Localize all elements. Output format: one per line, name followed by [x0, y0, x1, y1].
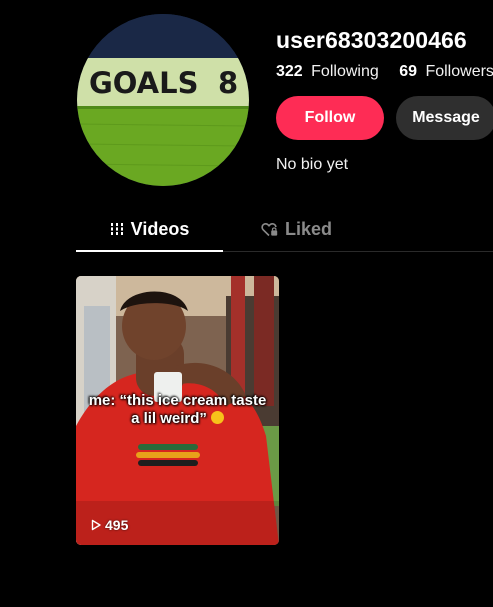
followers-count: 69 — [399, 63, 417, 80]
video-play-count: 495 — [90, 517, 128, 533]
profile-bio: No bio yet — [276, 156, 349, 173]
profile-tabs: Videos Liked — [76, 208, 493, 252]
grid-icon — [109, 222, 124, 236]
profile-username: user68303200466 — [276, 27, 467, 53]
video-thumbnail[interactable]: me: “this ice cream taste a lil weird” 4… — [76, 276, 279, 545]
following-label: Following — [311, 63, 379, 80]
tab-videos-label: Videos — [130, 218, 190, 239]
following-stat[interactable]: 322 Following — [276, 63, 379, 81]
video-caption-line-1: me: “this ice cream taste — [88, 392, 267, 409]
video-caption: me: “this ice cream taste a lil weird” — [76, 392, 279, 428]
video-caption-line-2-text: a lil weird” — [131, 410, 207, 427]
avatar-image: GOALS 8 — [77, 14, 249, 186]
profile-stats: 322 Following 69 Followers — [276, 63, 493, 81]
tab-liked-label: Liked — [284, 218, 332, 239]
followers-label: Followers — [425, 63, 493, 80]
thinking-face-icon — [210, 411, 224, 424]
message-button[interactable]: Message — [396, 96, 493, 140]
followers-stat[interactable]: 69 Followers — [399, 63, 493, 81]
following-count: 322 — [276, 63, 303, 80]
avatar-goals-number: 8 — [218, 66, 238, 100]
profile-avatar[interactable]: GOALS 8 — [77, 14, 249, 186]
heart-lock-icon — [261, 222, 278, 237]
follow-button[interactable]: Follow — [276, 96, 384, 140]
play-icon — [90, 519, 102, 531]
avatar-goals-text: GOALS — [89, 66, 199, 100]
tab-liked[interactable]: Liked — [223, 208, 370, 250]
video-caption-line-2: a lil weird” — [76, 410, 279, 428]
tab-videos[interactable]: Videos — [76, 208, 223, 252]
video-play-count-value: 495 — [105, 517, 129, 533]
